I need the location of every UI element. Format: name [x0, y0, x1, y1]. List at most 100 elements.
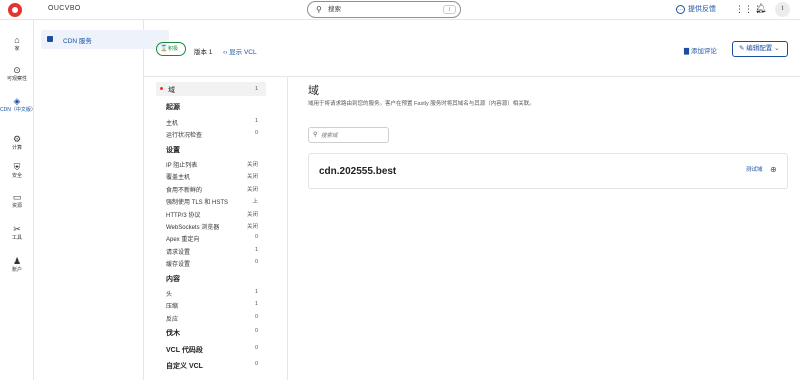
- rail-item-label: CDN（中文版）: [0, 107, 36, 113]
- section-heading-label: VCL 代码段: [166, 346, 203, 354]
- secondary-nav: CDN 服务: [34, 20, 169, 380]
- section-item-domains[interactable]: 域 1: [156, 82, 266, 96]
- section-item-value: 关闭: [246, 162, 258, 168]
- section-item[interactable]: HTTP/3 协议 关闭: [166, 210, 258, 219]
- domain-search-box[interactable]: ⚲: [308, 127, 389, 143]
- section-item-label: 覆盖主机: [166, 175, 191, 182]
- rail-item-label: 家: [14, 46, 20, 52]
- search-shortcut-hint: /: [443, 5, 456, 14]
- compute-icon: ⚙: [12, 134, 22, 144]
- section-item-label: 运行状况检查: [166, 133, 203, 139]
- show-vcl-link[interactable]: ‹› 显示 VCL: [223, 46, 257, 56]
- rail-item-label: 资源: [11, 203, 22, 209]
- section-item[interactable]: 缓存设置 0: [166, 259, 258, 268]
- section-item[interactable]: 食用不新鲜的 关闭: [166, 185, 258, 194]
- section-item-label: 食用不新鲜的: [166, 187, 203, 194]
- section-heading-label: 自定义 VCL: [166, 363, 203, 370]
- rail-item-label: 账户: [11, 267, 22, 273]
- section-item[interactable]: 运行状况检查 0: [166, 130, 258, 139]
- service-header: 积极 版本 1 ‹› 显示 VCL ▇ 添加评论 ✎ 编辑配置 ⌄: [144, 20, 800, 77]
- section-heading[interactable]: VCL 代码段 0: [166, 345, 258, 355]
- section-item[interactable]: 请求设置 1: [166, 247, 258, 256]
- section-item-value: 0: [254, 313, 258, 320]
- org-name[interactable]: OUCVBO: [48, 5, 81, 12]
- section-item-label: 头: [166, 292, 173, 298]
- section-item-value: 关闭: [246, 174, 258, 181]
- search-input[interactable]: [328, 4, 438, 15]
- subnav-item-label: CDN 服务: [63, 38, 92, 45]
- section-item-value: 关闭: [246, 186, 258, 193]
- section-item[interactable]: 强制使用 TLS 和 HSTS 上: [166, 197, 258, 206]
- rail-item-observability[interactable]: ⊙ 可观察性: [0, 64, 34, 82]
- section-heading-label: 内容: [166, 276, 180, 283]
- section-item-value: 关闭: [246, 211, 258, 218]
- section-item[interactable]: WebSockets 浏览器 关闭: [166, 222, 258, 231]
- domain-card: cdn.202555.best 测试域 ⊕: [308, 153, 788, 189]
- left-rail: ⌂ 家 ⊙ 可观察性 ◈ CDN（中文版） ⚙ 计算 ⛨ 安全 ▭ 资源 ✂ 工具 ♟ 账户: [0, 20, 36, 380]
- section-heading[interactable]: 伐木 0: [166, 328, 258, 338]
- notifications-bell-icon[interactable]: 🔔︎: [755, 3, 766, 14]
- edit-config-button[interactable]: ✎ 编辑配置 ⌄: [732, 41, 788, 57]
- active-indicator-icon: [160, 87, 163, 90]
- section-heading[interactable]: 自定义 VCL 0: [166, 361, 258, 371]
- search-box[interactable]: ⚲ /: [307, 1, 461, 18]
- section-item[interactable]: 反应 0: [166, 314, 258, 323]
- section-item-value: 1: [254, 246, 258, 253]
- section-heading: 起源: [166, 102, 180, 112]
- section-item-value: 上: [252, 199, 258, 206]
- domain-search-input[interactable]: [321, 131, 381, 140]
- rail-item-label: 安全: [11, 173, 22, 179]
- rail-item-label: 可观察性: [6, 76, 27, 82]
- section-item-value: 0: [254, 259, 258, 266]
- search-icon: ⚲: [316, 5, 322, 14]
- section-item[interactable]: 覆盖主机 关闭: [166, 172, 258, 181]
- home-icon: ⌂: [14, 35, 20, 45]
- show-vcl-label: 显示 VCL: [229, 49, 257, 56]
- section-item[interactable]: Apex 重定向 0: [166, 234, 258, 243]
- resources-icon: ▭: [12, 192, 22, 202]
- page-description: 域用于将请求路由到您的服务。客户在预置 Fastly 服务时将其域名与其源（内容…: [308, 101, 535, 107]
- rail-item-tools[interactable]: ✂ 工具: [0, 223, 34, 241]
- rail-item-home[interactable]: ⌂ 家: [0, 34, 34, 52]
- section-label: 域: [168, 87, 175, 94]
- service-icon: [47, 36, 53, 42]
- section-item[interactable]: 压缩 1: [166, 301, 258, 310]
- rail-item-security[interactable]: ⛨ 安全: [0, 161, 34, 179]
- status-badge: 积极: [156, 42, 186, 56]
- test-domain-link[interactable]: 测试域: [746, 165, 763, 173]
- section-heading-label: 伐木: [166, 330, 180, 337]
- domain-name: cdn.202555.best: [319, 166, 397, 177]
- more-options-icon[interactable]: ⊕: [770, 165, 777, 174]
- section-count: 0: [254, 344, 258, 351]
- account-icon: ♟: [12, 256, 22, 266]
- user-avatar[interactable]: t: [775, 2, 790, 17]
- search-icon: ⚲: [313, 132, 318, 138]
- security-icon: ⛨: [13, 162, 21, 172]
- section-item-label: HTTP/3 协议: [166, 212, 201, 219]
- section-item-value: 0: [254, 130, 258, 136]
- section-count: 0: [254, 361, 258, 367]
- section-item-label: 主机: [166, 121, 179, 127]
- rail-item-resources[interactable]: ▭ 资源: [0, 191, 34, 209]
- section-item-value: 关闭: [246, 224, 258, 230]
- fastly-logo-icon[interactable]: [8, 3, 22, 17]
- divider: [287, 77, 288, 380]
- section-item-value: 1: [254, 301, 258, 308]
- top-bar: OUCVBO ⚲ / … 提供反馈 ⋮⋮⋮ 🔔︎ t: [0, 0, 800, 20]
- rail-item-cdn[interactable]: ◈ CDN（中文版）: [0, 95, 36, 113]
- section-item-value: 1: [254, 118, 258, 124]
- feedback-icon: …: [676, 4, 685, 14]
- feedback-link[interactable]: … 提供反馈: [676, 4, 716, 14]
- rail-item-compute[interactable]: ⚙ 计算: [0, 133, 34, 151]
- section-item-value: 0: [254, 234, 258, 241]
- section-item-label: 强制使用 TLS 和 HSTS: [166, 200, 229, 207]
- version-label[interactable]: 版本 1: [194, 46, 212, 56]
- rail-item-label: 工具: [11, 235, 22, 241]
- section-count: 1: [254, 86, 258, 92]
- feedback-label: 提供反馈: [688, 6, 716, 13]
- section-item[interactable]: 主机 1: [166, 118, 258, 127]
- rail-item-account[interactable]: ♟ 账户: [0, 255, 34, 273]
- add-comment-button[interactable]: ▇ 添加评论: [684, 45, 717, 55]
- section-item[interactable]: IP 阻止列表 关闭: [166, 160, 258, 169]
- section-item[interactable]: 头1: [166, 289, 258, 298]
